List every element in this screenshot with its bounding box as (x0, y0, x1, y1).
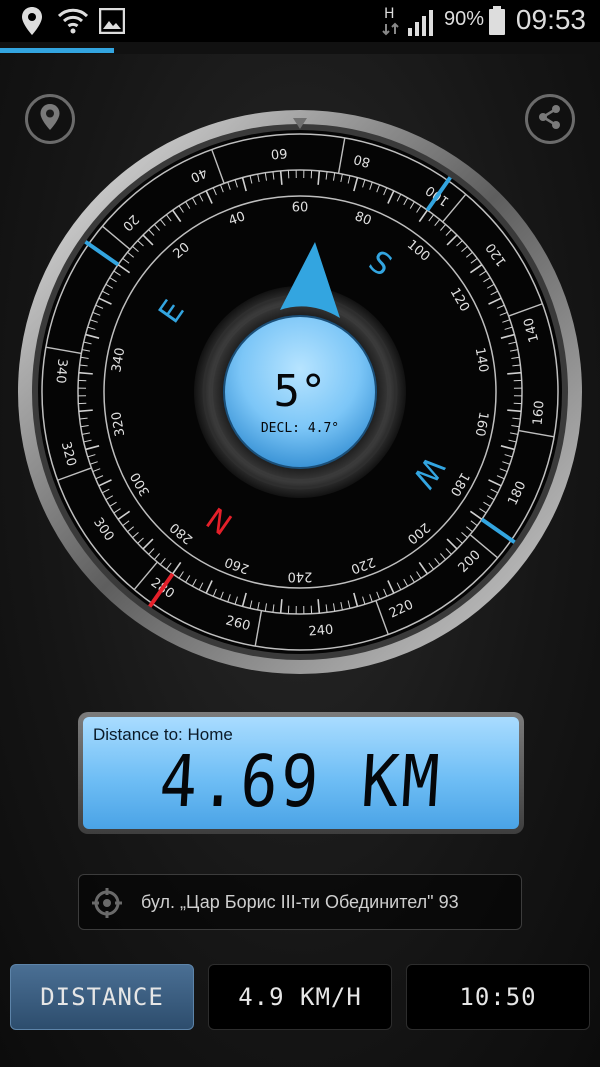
outer-degree-label: 340 (52, 358, 69, 384)
time-button[interactable]: 10:50 (406, 964, 590, 1030)
crosshair-icon[interactable] (91, 887, 123, 924)
heading-value: 5° (274, 366, 327, 417)
address-text: бул. „Цар Борис III-ти Обединител" 93 (141, 892, 459, 912)
compass-dial: 2040608010012014016018020022024026028030… (18, 110, 582, 674)
share-button[interactable] (525, 94, 575, 144)
outer-degree-label: 160 (531, 400, 548, 426)
speed-button[interactable]: 4.9 KM/H (208, 964, 392, 1030)
inner-degree-label: 240 (288, 569, 313, 584)
distance-mode-label: DISTANCE (40, 983, 164, 1011)
map-pin-icon (39, 103, 61, 136)
distance-lcd: Distance to: Home 4.69 KM (83, 717, 519, 829)
inner-degree-label: 60 (292, 201, 309, 216)
address-bar[interactable]: бул. „Цар Борис III-ти Обединител" 93 (78, 874, 522, 930)
outer-degree-label: 60 (270, 145, 288, 161)
speed-label: 4.9 KM/H (238, 983, 362, 1011)
distance-mode-button[interactable]: DISTANCE (10, 964, 194, 1030)
outer-degree-label: 240 (308, 623, 334, 640)
share-icon (537, 104, 563, 135)
declination-value: DECL: 4.7° (261, 421, 339, 436)
compass-area: 2040608010012014016018020022024026028030… (0, 0, 600, 700)
distance-panel: Distance to: Home 4.69 KM (78, 712, 524, 834)
time-label: 10:50 (459, 983, 537, 1011)
distance-value: 4.69 KM (157, 739, 445, 824)
location-button[interactable] (25, 94, 75, 144)
